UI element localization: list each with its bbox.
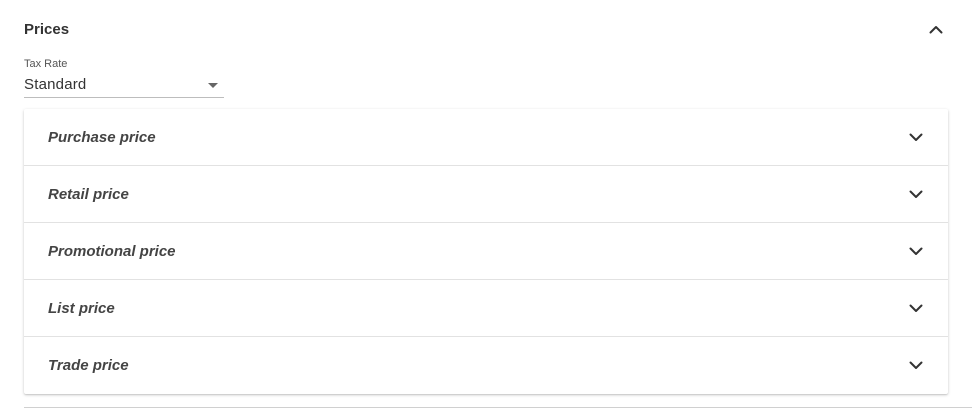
prices-page: Prices Tax Rate Standard Purchase price …: [0, 0, 972, 410]
chevron-down-icon: [908, 358, 924, 374]
tax-rate-value: Standard: [24, 75, 87, 93]
tax-rate-label: Tax Rate: [24, 58, 68, 70]
price-row-label: Purchase price: [48, 128, 156, 146]
section-divider: [24, 407, 972, 408]
dropdown-caret-icon: [208, 83, 218, 88]
tax-rate-select[interactable]: Standard: [24, 71, 224, 98]
section-title: Prices: [24, 20, 70, 38]
price-row-label: Trade price: [48, 357, 129, 374]
chevron-down-icon: [908, 300, 924, 316]
price-row-label: Retail price: [48, 185, 129, 203]
accordion-list-price[interactable]: List price: [24, 280, 948, 337]
collapse-section-button[interactable]: [924, 17, 948, 41]
price-row-label: Promotional price: [48, 242, 176, 260]
prices-section-header: Prices: [24, 16, 948, 42]
chevron-down-icon: [908, 129, 924, 145]
chevron-down-icon: [908, 186, 924, 202]
price-accordion: Purchase price Retail price Promotional …: [24, 109, 948, 394]
chevron-down-icon: [908, 243, 924, 259]
accordion-promotional-price[interactable]: Promotional price: [24, 223, 948, 280]
accordion-retail-price[interactable]: Retail price: [24, 166, 948, 223]
tax-rate-field: Tax Rate Standard: [24, 58, 224, 98]
accordion-trade-price[interactable]: Trade price: [24, 337, 948, 394]
chevron-up-icon: [929, 25, 943, 33]
accordion-purchase-price[interactable]: Purchase price: [24, 109, 948, 166]
price-row-label: List price: [48, 299, 115, 317]
